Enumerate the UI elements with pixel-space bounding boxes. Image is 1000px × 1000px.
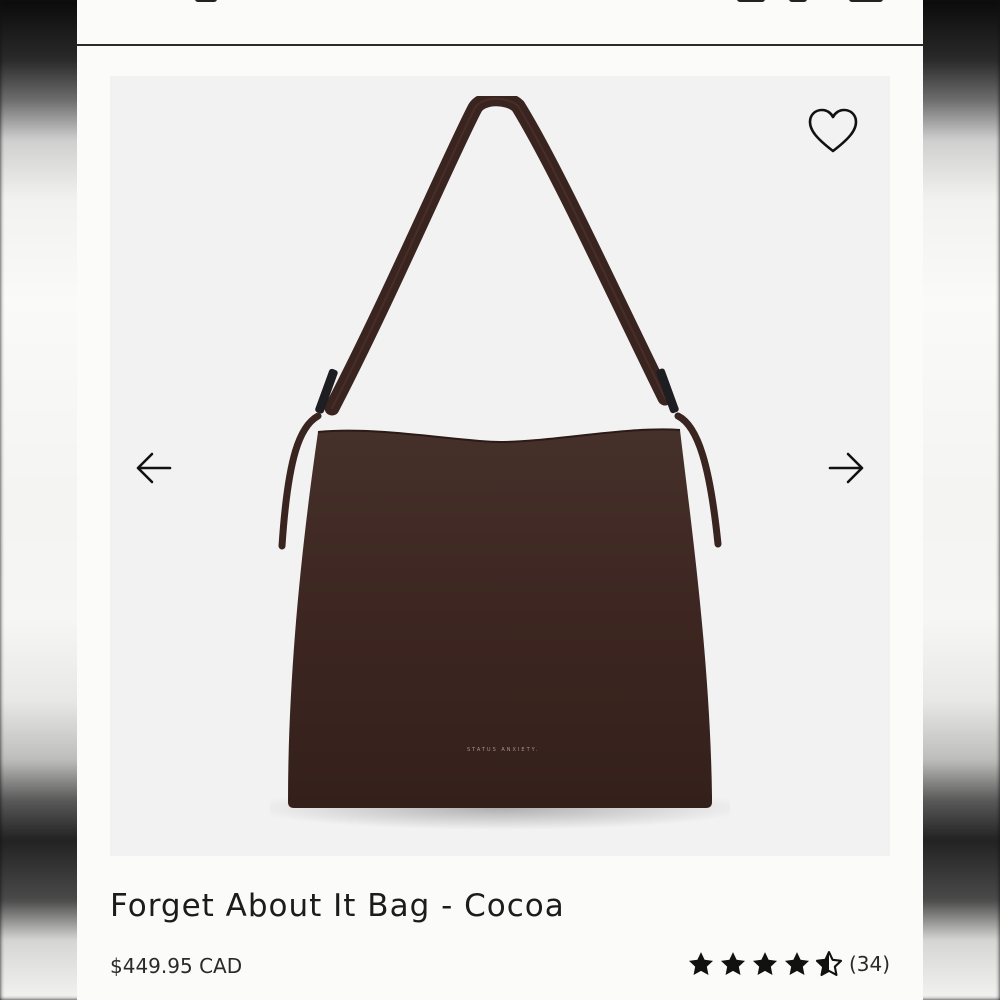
header-bar — [77, 0, 923, 46]
wishlist-button[interactable] — [806, 106, 860, 160]
product-image-gallery[interactable]: STATUS ANXIETY. — [110, 76, 890, 856]
search-icon[interactable] — [789, 0, 807, 2]
previous-image-button[interactable] — [134, 448, 174, 488]
star-full-icon — [688, 952, 713, 975]
product-page: STATUS ANXIETY. Forget About It Bag - Co… — [77, 0, 923, 1000]
star-half-icon — [815, 951, 843, 977]
header-logo-fragment — [195, 0, 217, 2]
account-icon[interactable] — [737, 0, 765, 2]
menu-icon[interactable] — [849, 0, 883, 2]
arrow-right-icon — [828, 452, 864, 484]
next-image-button[interactable] — [826, 448, 866, 488]
review-count[interactable]: (34) — [849, 952, 890, 976]
product-price: $449.95 CAD — [110, 954, 243, 978]
product-image — [270, 96, 730, 830]
product-title: Forget About It Bag - Cocoa — [110, 888, 565, 924]
brand-stamp: STATUS ANXIETY. — [467, 747, 540, 753]
star-full-icon — [784, 952, 809, 975]
star-full-icon — [752, 952, 777, 975]
product-rating[interactable]: (34) — [687, 950, 890, 978]
heart-outline-icon — [808, 108, 858, 153]
arrow-left-icon — [136, 452, 172, 484]
star-full-icon — [720, 952, 745, 975]
